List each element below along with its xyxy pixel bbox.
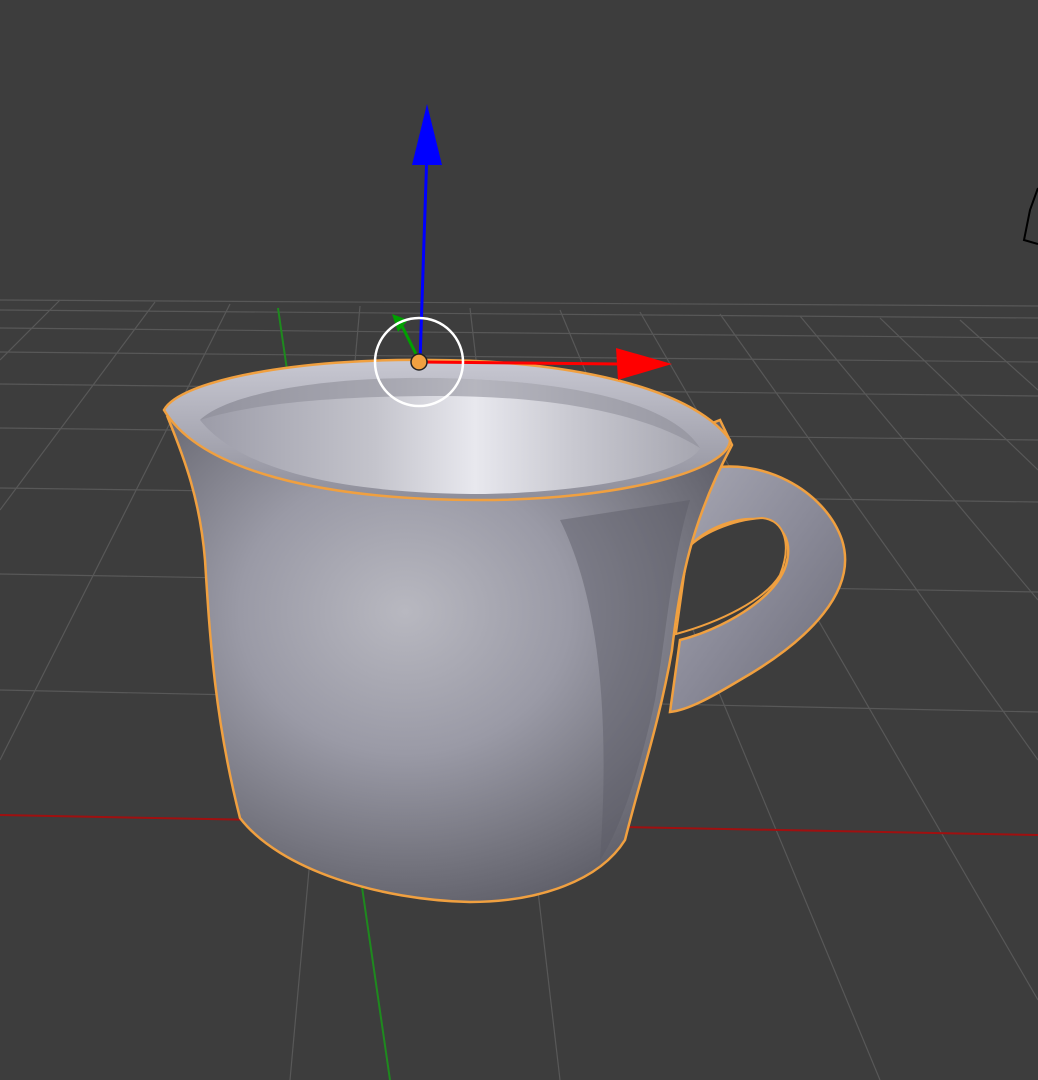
3d-viewport[interactable] [0,0,1038,1080]
object-origin-dot[interactable] [410,353,428,371]
viewport-canvas[interactable] [0,0,1038,1080]
gizmo-x-axis[interactable] [419,360,621,366]
